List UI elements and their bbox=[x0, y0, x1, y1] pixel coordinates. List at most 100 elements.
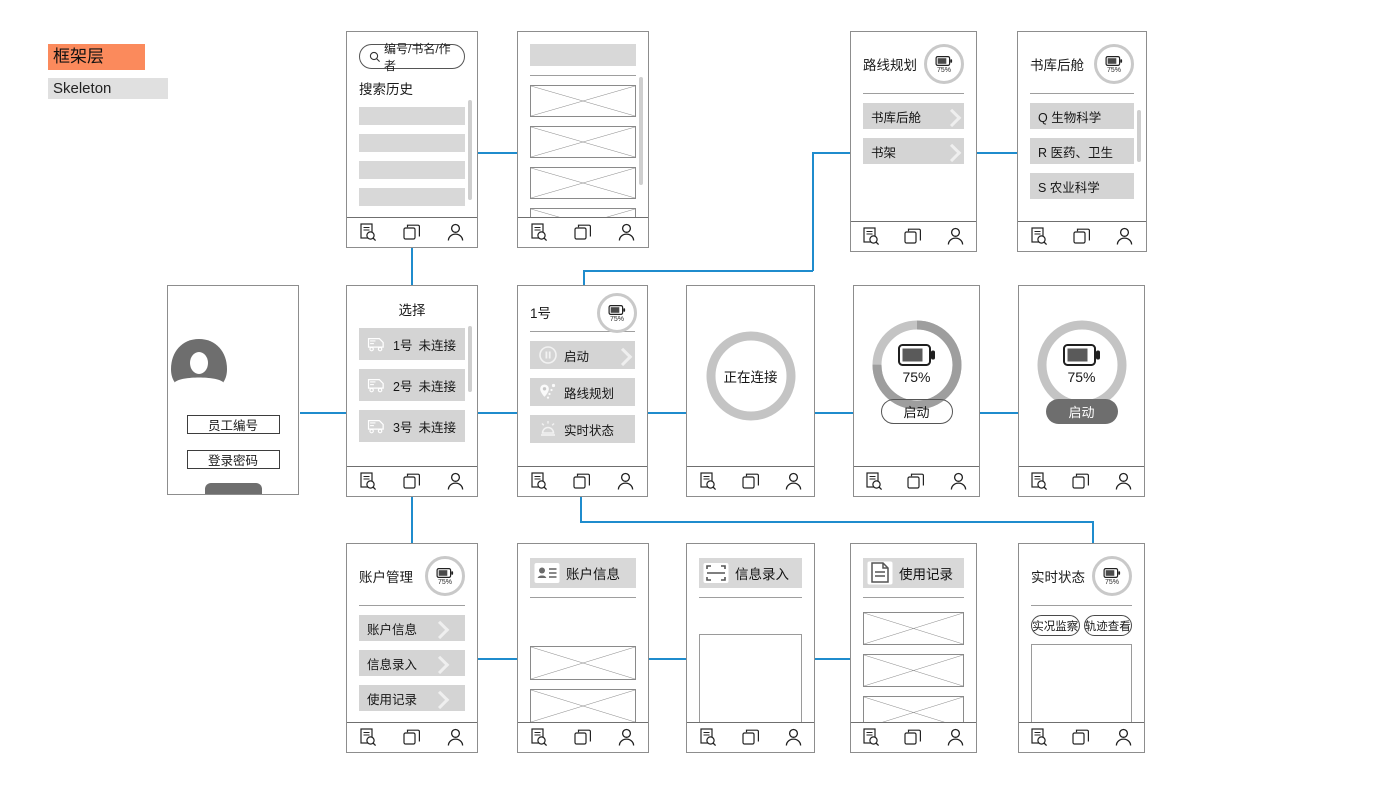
search-records-icon[interactable] bbox=[699, 728, 717, 747]
screen-account-info[interactable]: 账户信息 bbox=[517, 543, 649, 753]
menu-item-realtime-status[interactable]: 实时状态 bbox=[530, 415, 635, 443]
scanner-viewport[interactable] bbox=[699, 634, 802, 722]
search-records-icon[interactable] bbox=[360, 223, 377, 242]
bottom-nav[interactable] bbox=[518, 466, 647, 496]
bottom-nav[interactable] bbox=[347, 217, 477, 247]
account-icon[interactable] bbox=[947, 728, 964, 747]
layers-icon[interactable] bbox=[904, 728, 922, 747]
search-records-icon[interactable] bbox=[360, 472, 377, 491]
search-history-item[interactable] bbox=[359, 107, 465, 125]
bottom-nav[interactable] bbox=[851, 221, 976, 251]
result-item[interactable] bbox=[530, 208, 636, 217]
search-records-icon[interactable] bbox=[1031, 728, 1048, 747]
menu-item-start[interactable]: 启动 bbox=[530, 341, 635, 369]
layers-icon[interactable] bbox=[1072, 472, 1090, 491]
screen-account-management[interactable]: 账户管理 75% 账户信息 信息录入 使用记录 bbox=[346, 543, 478, 753]
bottom-nav[interactable] bbox=[851, 722, 976, 752]
screen-vehicle-menu[interactable]: 1号 75% 启动 路线规划 实时状态 bbox=[517, 285, 648, 497]
start-button[interactable]: 启动 bbox=[880, 399, 953, 424]
account-icon[interactable] bbox=[950, 472, 967, 491]
search-records-icon[interactable] bbox=[863, 227, 880, 246]
layers-icon[interactable] bbox=[741, 472, 760, 491]
login-submit-button[interactable] bbox=[204, 483, 262, 494]
vehicle-item-3[interactable]: 3号 未连接 bbox=[359, 410, 465, 442]
category-item-q[interactable]: Q 生物科学 bbox=[1030, 103, 1134, 129]
layers-icon[interactable] bbox=[1073, 227, 1091, 246]
screen-search-results[interactable] bbox=[517, 31, 649, 248]
scrollbar[interactable] bbox=[468, 326, 472, 392]
account-icon[interactable] bbox=[1115, 472, 1132, 491]
screen-info-entry[interactable]: 信息录入 bbox=[686, 543, 815, 753]
bottom-nav[interactable] bbox=[1019, 466, 1144, 496]
screen-connecting[interactable]: 正在连接 bbox=[686, 285, 815, 497]
search-records-icon[interactable] bbox=[531, 472, 548, 491]
layers-icon[interactable] bbox=[573, 472, 591, 491]
screen-library-rear[interactable]: 书库后舱 75% Q 生物科学 R 医药、卫生 S 农业科学 bbox=[1017, 31, 1147, 252]
bottom-nav[interactable] bbox=[518, 722, 648, 752]
tab-live-monitor[interactable]: 实况监察 bbox=[1031, 615, 1080, 636]
screen-usage-records[interactable]: 使用记录 bbox=[850, 543, 977, 753]
layers-icon[interactable] bbox=[403, 223, 421, 242]
route-item-bookshelf[interactable]: 书架 bbox=[863, 138, 964, 164]
layers-icon[interactable] bbox=[741, 728, 760, 747]
account-icon[interactable] bbox=[785, 472, 802, 491]
account-icon[interactable] bbox=[1116, 227, 1133, 246]
result-item[interactable] bbox=[530, 85, 636, 117]
employee-id-field[interactable]: 员工编号 bbox=[186, 415, 280, 434]
screen-select-vehicle[interactable]: 选择 1号 未连接 2号 未连接 3号 未连接 bbox=[346, 285, 478, 497]
search-records-icon[interactable] bbox=[1031, 472, 1048, 491]
screen-battery-active[interactable]: 75% 启动 bbox=[1018, 285, 1145, 497]
scrollbar[interactable] bbox=[468, 100, 472, 200]
screen-route-planning[interactable]: 路线规划 75% 书库后舱 书架 bbox=[850, 31, 977, 252]
account-icon[interactable] bbox=[947, 227, 964, 246]
result-item[interactable] bbox=[530, 167, 636, 199]
usage-record-item[interactable] bbox=[863, 654, 964, 687]
usage-record-item[interactable] bbox=[863, 612, 964, 645]
search-records-icon[interactable] bbox=[531, 223, 548, 242]
account-menu-item-usage[interactable]: 使用记录 bbox=[359, 685, 465, 711]
account-icon[interactable] bbox=[447, 223, 464, 242]
category-item-r[interactable]: R 医药、卫生 bbox=[1030, 138, 1134, 164]
layers-icon[interactable] bbox=[574, 728, 592, 747]
layers-icon[interactable] bbox=[904, 227, 922, 246]
account-icon[interactable] bbox=[617, 472, 634, 491]
search-history-item[interactable] bbox=[359, 188, 465, 206]
screen-search[interactable]: 编号/书名/作者 搜索历史 bbox=[346, 31, 478, 248]
search-input[interactable]: 编号/书名/作者 bbox=[359, 42, 465, 73]
bottom-nav[interactable] bbox=[518, 217, 648, 247]
account-menu-item-entry[interactable]: 信息录入 bbox=[359, 650, 465, 676]
search-records-icon[interactable] bbox=[863, 728, 880, 747]
menu-item-route-planning[interactable]: 路线规划 bbox=[530, 378, 635, 406]
account-menu-item-info[interactable]: 账户信息 bbox=[359, 615, 465, 641]
bottom-nav[interactable] bbox=[854, 466, 979, 496]
account-icon[interactable] bbox=[447, 728, 464, 747]
vehicle-item-1[interactable]: 1号 未连接 bbox=[359, 328, 465, 360]
bottom-nav[interactable] bbox=[687, 722, 814, 752]
search-history-item[interactable] bbox=[359, 134, 465, 152]
realtime-status-viewport[interactable] bbox=[1031, 644, 1132, 722]
search-history-item[interactable] bbox=[359, 161, 465, 179]
layers-icon[interactable] bbox=[907, 472, 925, 491]
scrollbar[interactable] bbox=[639, 77, 643, 185]
screen-battery-idle[interactable]: 75% 启动 bbox=[853, 285, 980, 497]
bottom-nav[interactable] bbox=[1019, 722, 1144, 752]
screen-login[interactable]: 员工编号 登录密码 bbox=[167, 285, 299, 495]
account-icon[interactable] bbox=[618, 728, 635, 747]
bottom-nav[interactable] bbox=[1018, 221, 1146, 251]
search-records-icon[interactable] bbox=[531, 728, 548, 747]
layers-icon[interactable] bbox=[403, 728, 421, 747]
bottom-nav[interactable] bbox=[347, 722, 477, 752]
search-records-icon[interactable] bbox=[1031, 227, 1048, 246]
account-icon[interactable] bbox=[785, 728, 802, 747]
tab-track-view[interactable]: 轨迹查看 bbox=[1083, 615, 1132, 636]
vehicle-item-2[interactable]: 2号 未连接 bbox=[359, 369, 465, 401]
result-item[interactable] bbox=[530, 126, 636, 158]
account-icon[interactable] bbox=[1115, 728, 1132, 747]
usage-record-item[interactable] bbox=[863, 696, 964, 722]
screen-realtime-status[interactable]: 实时状态 75% 实况监察 轨迹查看 bbox=[1018, 543, 1145, 753]
bottom-nav[interactable] bbox=[687, 466, 814, 496]
layers-icon[interactable] bbox=[403, 472, 421, 491]
layers-icon[interactable] bbox=[574, 223, 592, 242]
scrollbar[interactable] bbox=[1137, 110, 1141, 162]
search-records-icon[interactable] bbox=[360, 728, 377, 747]
